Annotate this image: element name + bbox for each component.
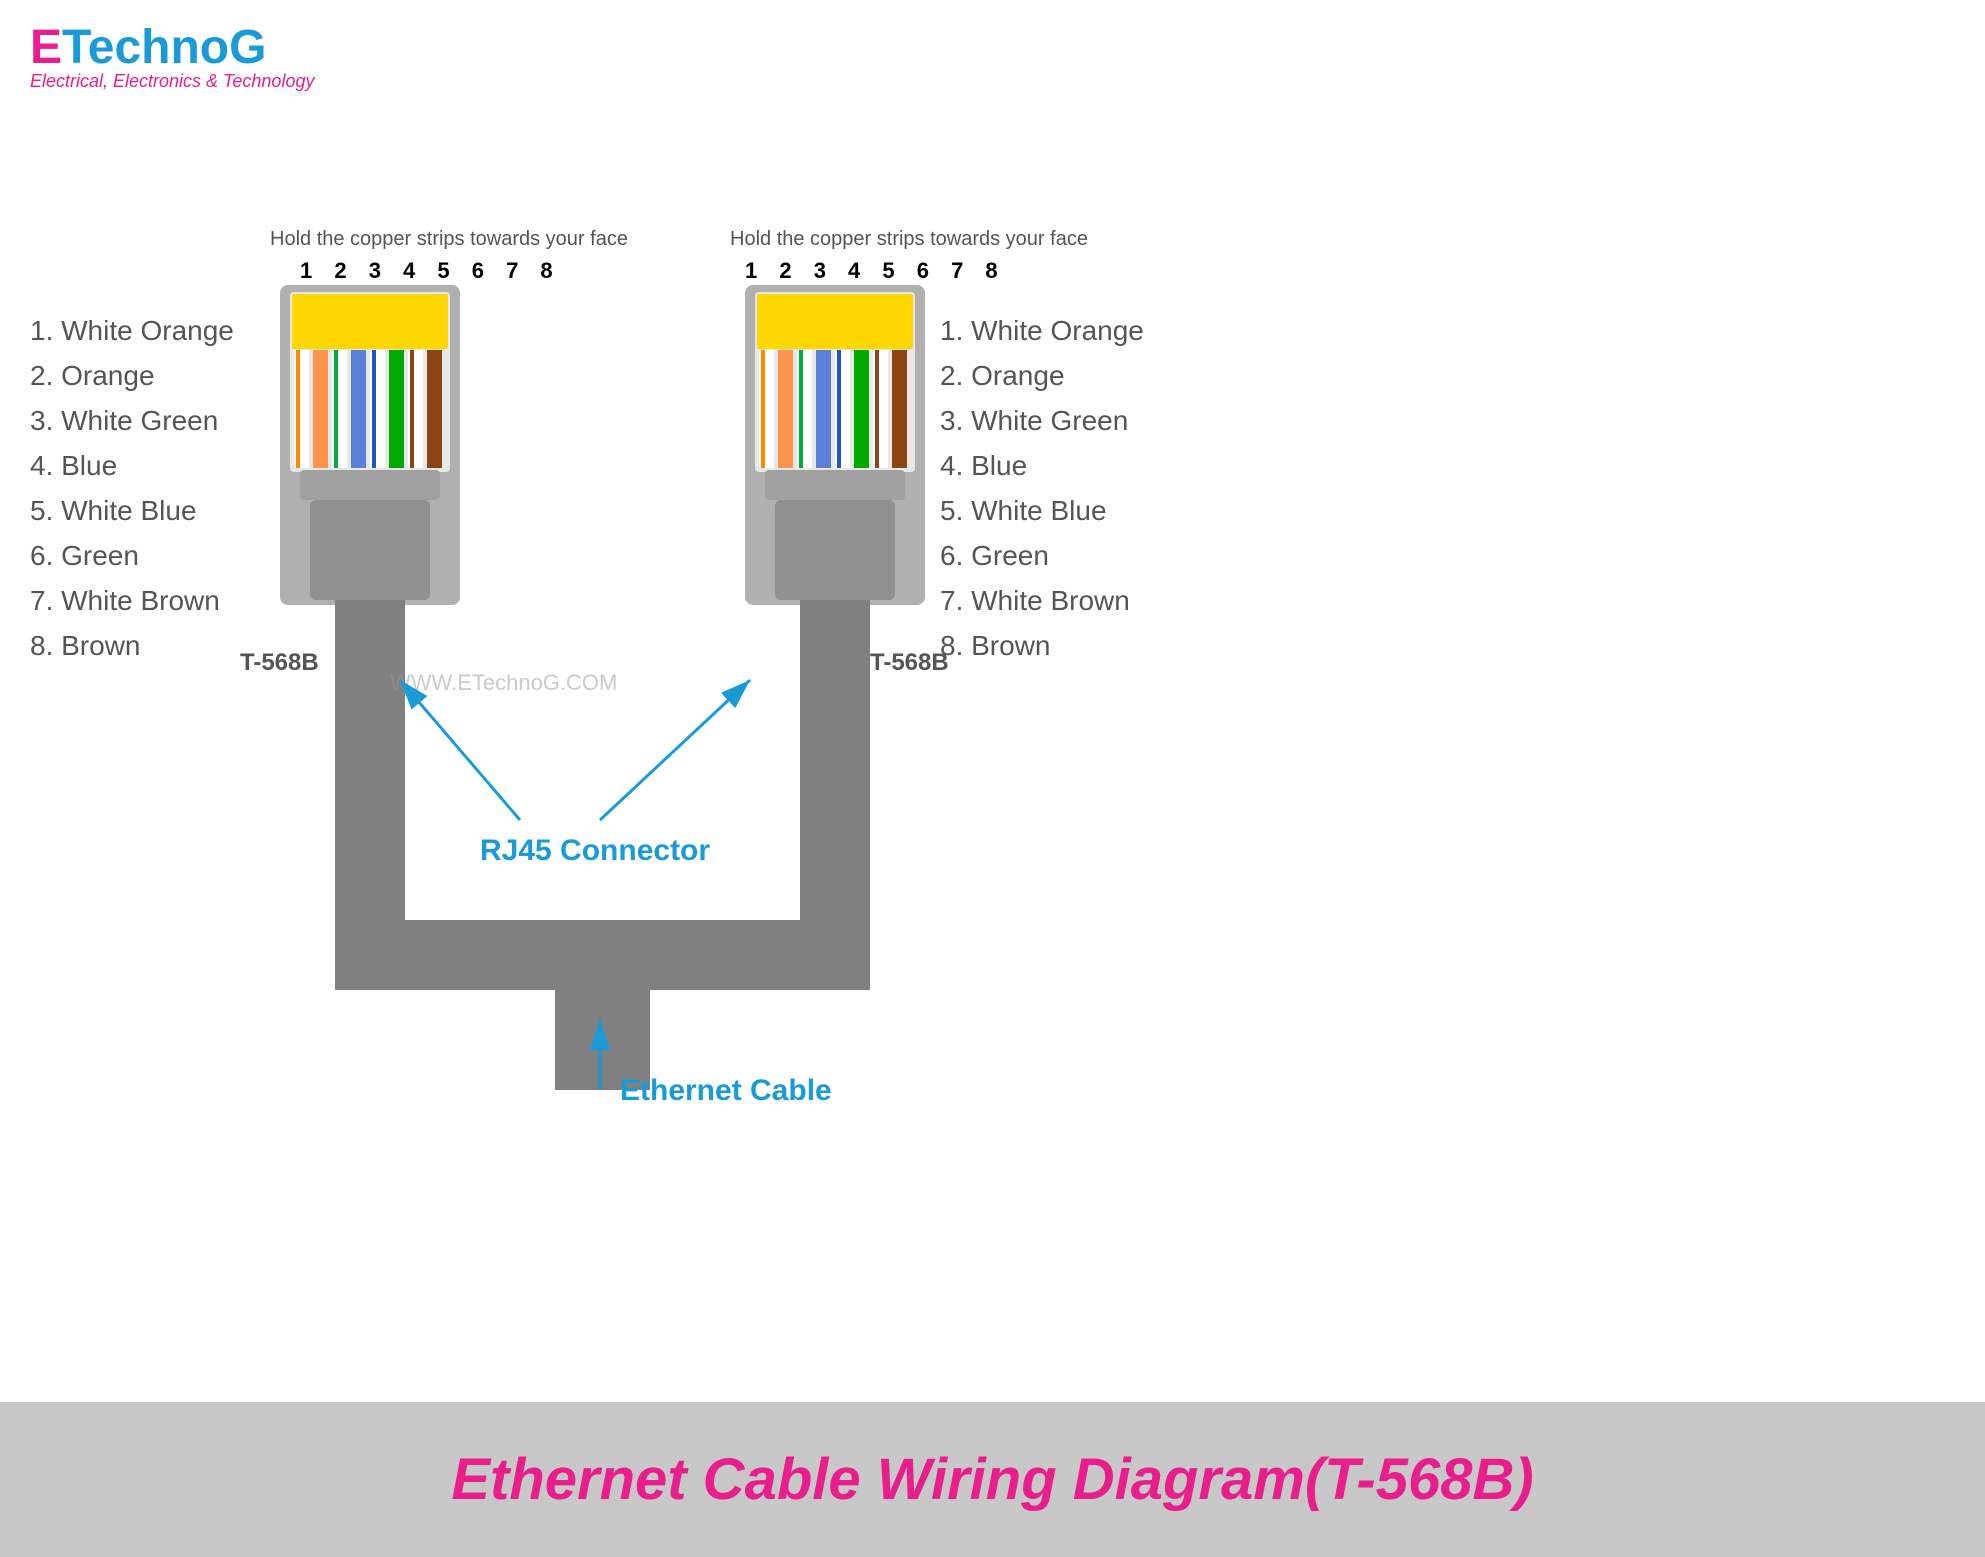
logo-e: E (30, 21, 62, 74)
bottom-banner: Ethernet Cable Wiring Diagram(T-568B) (0, 1402, 1985, 1557)
right-connector-neck (775, 500, 895, 600)
left-wire-2-highlight (313, 350, 328, 468)
left-wire-label-1: 1. White Orange (30, 315, 234, 346)
right-wire-7-stripe (875, 350, 879, 468)
right-pin-numbers: 1 2 3 4 5 6 7 8 (745, 258, 1006, 283)
left-wire-1-stripe (296, 350, 300, 468)
right-wire-3-stripe (799, 350, 803, 468)
right-cable-horizontal (480, 920, 870, 990)
left-wire-5-stripe (372, 350, 376, 468)
right-cable-vertical (800, 600, 870, 940)
right-wire-label-1: 1. White Orange (940, 315, 1144, 346)
left-wire-label-4: 4. Blue (30, 450, 117, 481)
left-connector-clip (300, 470, 440, 500)
right-instruction: Hold the copper strips towards your face (730, 228, 1088, 250)
left-instruction: Hold the copper strips towards your face (270, 228, 628, 250)
left-wire-label-7: 7. White Brown (30, 585, 220, 616)
left-wire-label-2: 2. Orange (30, 360, 155, 391)
right-wire-2-highlight (778, 350, 793, 468)
left-wire-7-stripe (410, 350, 414, 468)
right-wire-label-6: 6. Green (940, 540, 1049, 571)
left-arrow (400, 680, 520, 820)
logo: ETechnoG Electrical, Electronics & Techn… (30, 20, 314, 92)
right-wire-5-stripe (837, 350, 841, 468)
ethernet-cable-label: Ethernet Cable (620, 1074, 832, 1107)
right-wire-1-stripe (761, 350, 765, 468)
left-wire-3-stripe (334, 350, 338, 468)
left-t568b-label: T-568B (240, 649, 319, 676)
logo-technog: TechnoG (62, 21, 266, 74)
left-wire-label-3: 3. White Green (30, 405, 218, 436)
right-arrow (600, 680, 750, 820)
left-wire-label-6: 6. Green (30, 540, 139, 571)
right-connector-clip (765, 470, 905, 500)
left-pin-numbers: 1 2 3 4 5 6 7 8 (300, 258, 561, 283)
right-wire-8 (892, 350, 907, 468)
right-wire-label-2: 2. Orange (940, 360, 1065, 391)
right-wire-label-5: 5. White Blue (940, 495, 1107, 526)
right-wire-label-4: 4. Blue (940, 450, 1027, 481)
right-wire-6 (854, 350, 869, 468)
left-wire-label-8: 8. Brown (30, 630, 141, 661)
watermark: WWW.ETechnoG.COM (390, 670, 617, 695)
right-connector-gold (757, 294, 913, 349)
right-wire-label-7: 7. White Brown (940, 585, 1130, 616)
left-connector-gold (292, 294, 448, 349)
right-t568b-label: T-568B (870, 649, 949, 676)
right-wire-label-8: 8. Brown (940, 630, 1051, 661)
left-connector-neck (310, 500, 430, 600)
rj45-label: RJ45 Connector (480, 834, 710, 867)
left-wire-6 (389, 350, 404, 468)
logo-tagline: Electrical, Electronics & Technology (30, 71, 314, 92)
right-wire-label-3: 3. White Green (940, 405, 1128, 436)
left-wire-label-5: 5. White Blue (30, 495, 197, 526)
left-wire-8 (427, 350, 442, 468)
left-wire-4-highlight (351, 350, 366, 468)
bottom-banner-title: Ethernet Cable Wiring Diagram(T-568B) (451, 1446, 1533, 1513)
main-diagram: Hold the copper strips towards your face… (0, 100, 1985, 1500)
left-cable-vertical (335, 600, 405, 940)
right-wire-4-highlight (816, 350, 831, 468)
